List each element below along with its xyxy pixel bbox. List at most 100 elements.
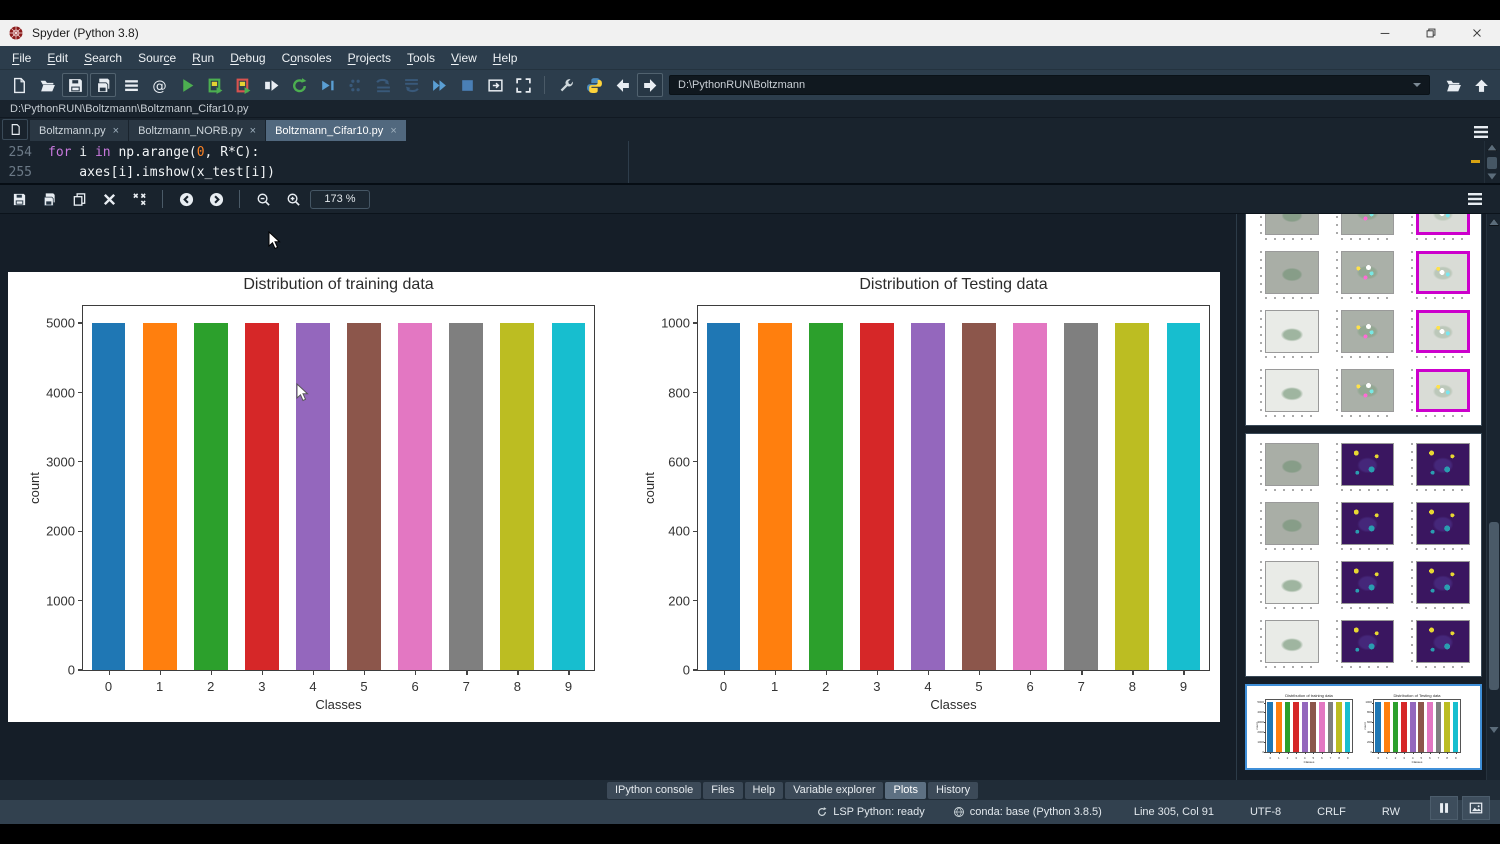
menu-search[interactable]: Search [76,48,130,68]
zoom-in-button[interactable] [280,187,306,211]
save-button[interactable] [62,73,88,97]
thumbnails-scrollbar[interactable] [1486,214,1500,780]
close-all-button[interactable] [126,187,152,211]
scroll-down-icon[interactable] [1487,173,1497,180]
run-cell-button[interactable] [202,73,228,97]
x-tick-mark [1421,752,1422,754]
scroll-up-icon[interactable] [1489,218,1499,226]
plot-thumbnail-sample-images-viridis-grid[interactable] [1245,433,1482,677]
pause-button[interactable] [1430,796,1458,820]
forward-button[interactable] [637,73,663,97]
menu-consoles[interactable]: Consoles [274,48,340,68]
bar-class-5 [1418,702,1424,752]
menu-file[interactable]: File [4,48,39,68]
fullscreen-button[interactable] [510,73,536,97]
debug-cell-icon [347,77,364,94]
python-env-button[interactable] [581,73,607,97]
tab-close-icon[interactable]: × [250,125,256,137]
menu-edit[interactable]: Edit [39,48,76,68]
dropdown-caret-icon[interactable] [1413,83,1421,87]
step-return-button[interactable] [398,73,424,97]
rerun-cell-button[interactable] [286,73,312,97]
run-cell-advance-button[interactable] [230,73,256,97]
restore-button[interactable] [1408,20,1454,46]
menu-tools[interactable]: Tools [399,48,443,68]
y-tick-label: 3000 [1257,720,1264,724]
back-icon [614,77,631,94]
y-tick-mark [1372,732,1374,733]
working-directory-input[interactable]: D:\PythonRUN\Boltzmann [669,75,1430,95]
zoom-out-button[interactable] [250,187,276,211]
close-button[interactable] [96,187,122,211]
pane-tab-plots[interactable]: Plots [885,782,925,799]
back-button[interactable] [609,73,635,97]
find-symbols-button[interactable]: @ [146,73,172,97]
continue-button[interactable] [426,73,452,97]
bar-slot [1005,306,1056,670]
save-all-button[interactable] [36,187,62,211]
close-button[interactable] [1454,20,1500,46]
status-bar: LSP Python: ready conda: base (Python 3.… [0,800,1500,824]
next-plot-button[interactable] [203,187,229,211]
plots-options-menu-icon[interactable] [1464,190,1486,208]
menu-projects[interactable]: Projects [340,48,399,68]
scrollbar-handle[interactable] [1489,522,1499,690]
bar-class-0 [707,323,741,670]
editor-tab-boltzmann_norb.py[interactable]: Boltzmann_NORB.py× [129,120,266,141]
editor-tab-boltzmann_cifar10.py[interactable]: Boltzmann_Cifar10.py× [266,120,407,141]
save-button[interactable] [6,187,32,211]
preferences-button[interactable] [553,73,579,97]
step-return-icon [403,77,420,94]
pane-tab-variable-explorer[interactable]: Variable explorer [785,782,883,799]
menu-source[interactable]: Source [130,48,184,68]
x-tick-label: 4 [1412,756,1414,760]
maximize-pane-button[interactable] [482,73,508,97]
step-into-button[interactable] [370,73,396,97]
pane-tab-ipython-console[interactable]: IPython console [607,782,701,799]
y-tick-mark [78,461,83,462]
stop-button[interactable] [454,73,480,97]
pane-tab-files[interactable]: Files [703,782,742,799]
image-button[interactable] [1462,796,1490,820]
editor-tab-boltzmann.py[interactable]: Boltzmann.py× [30,120,129,141]
save-all-button[interactable] [90,73,116,97]
run-button[interactable] [174,73,200,97]
tab-close-icon[interactable]: × [113,125,119,137]
run-to-line-button[interactable] [314,73,340,97]
new-file-button[interactable] [6,73,32,97]
menu-run[interactable]: Run [184,48,222,68]
run-selection-button[interactable] [258,73,284,97]
scrollbar-handle[interactable] [1487,157,1497,169]
plot-thumbnail-sample-images-rgb-grid[interactable] [1245,214,1482,426]
bar-slot [1408,700,1417,752]
editor-scrollbar[interactable] [1484,141,1500,183]
browse-tabs-button[interactable] [2,119,28,140]
scroll-down-icon[interactable] [1489,726,1499,734]
outline-button[interactable] [118,73,144,97]
menu-debug[interactable]: Debug [222,48,273,68]
menu-help[interactable]: Help [485,48,526,68]
pane-tab-history[interactable]: History [928,782,978,799]
copy-button[interactable] [66,187,92,211]
x-tick-mark [466,670,467,675]
forward-icon [642,77,659,94]
tab-close-icon[interactable]: × [390,125,396,137]
bar-slot [749,306,800,670]
zoom-level-input[interactable]: 173 % [310,190,370,209]
grid-cell [1401,214,1477,245]
code-editor[interactable]: 254for i in np.arange(0, R*C):255 axes[i… [0,141,1500,185]
scroll-up-icon[interactable] [1487,144,1497,151]
up-dir-button[interactable] [1468,73,1494,97]
plot-thumbnail-class-distribution-charts[interactable]: Distribution of training datacountClasse… [1245,684,1482,770]
menu-view[interactable]: View [443,48,485,68]
bar-class-8 [1444,702,1450,752]
open-file-icon [39,77,56,94]
editor-options-menu-icon[interactable] [1470,123,1492,141]
pane-tab-help[interactable]: Help [745,782,784,799]
open-file-button[interactable] [34,73,60,97]
open-dir-button[interactable] [1440,73,1466,97]
debug-cell-button[interactable] [342,73,368,97]
previous-plot-button[interactable] [173,187,199,211]
x-tick-label: 3 [1295,756,1297,760]
minimize-button[interactable] [1362,20,1408,46]
